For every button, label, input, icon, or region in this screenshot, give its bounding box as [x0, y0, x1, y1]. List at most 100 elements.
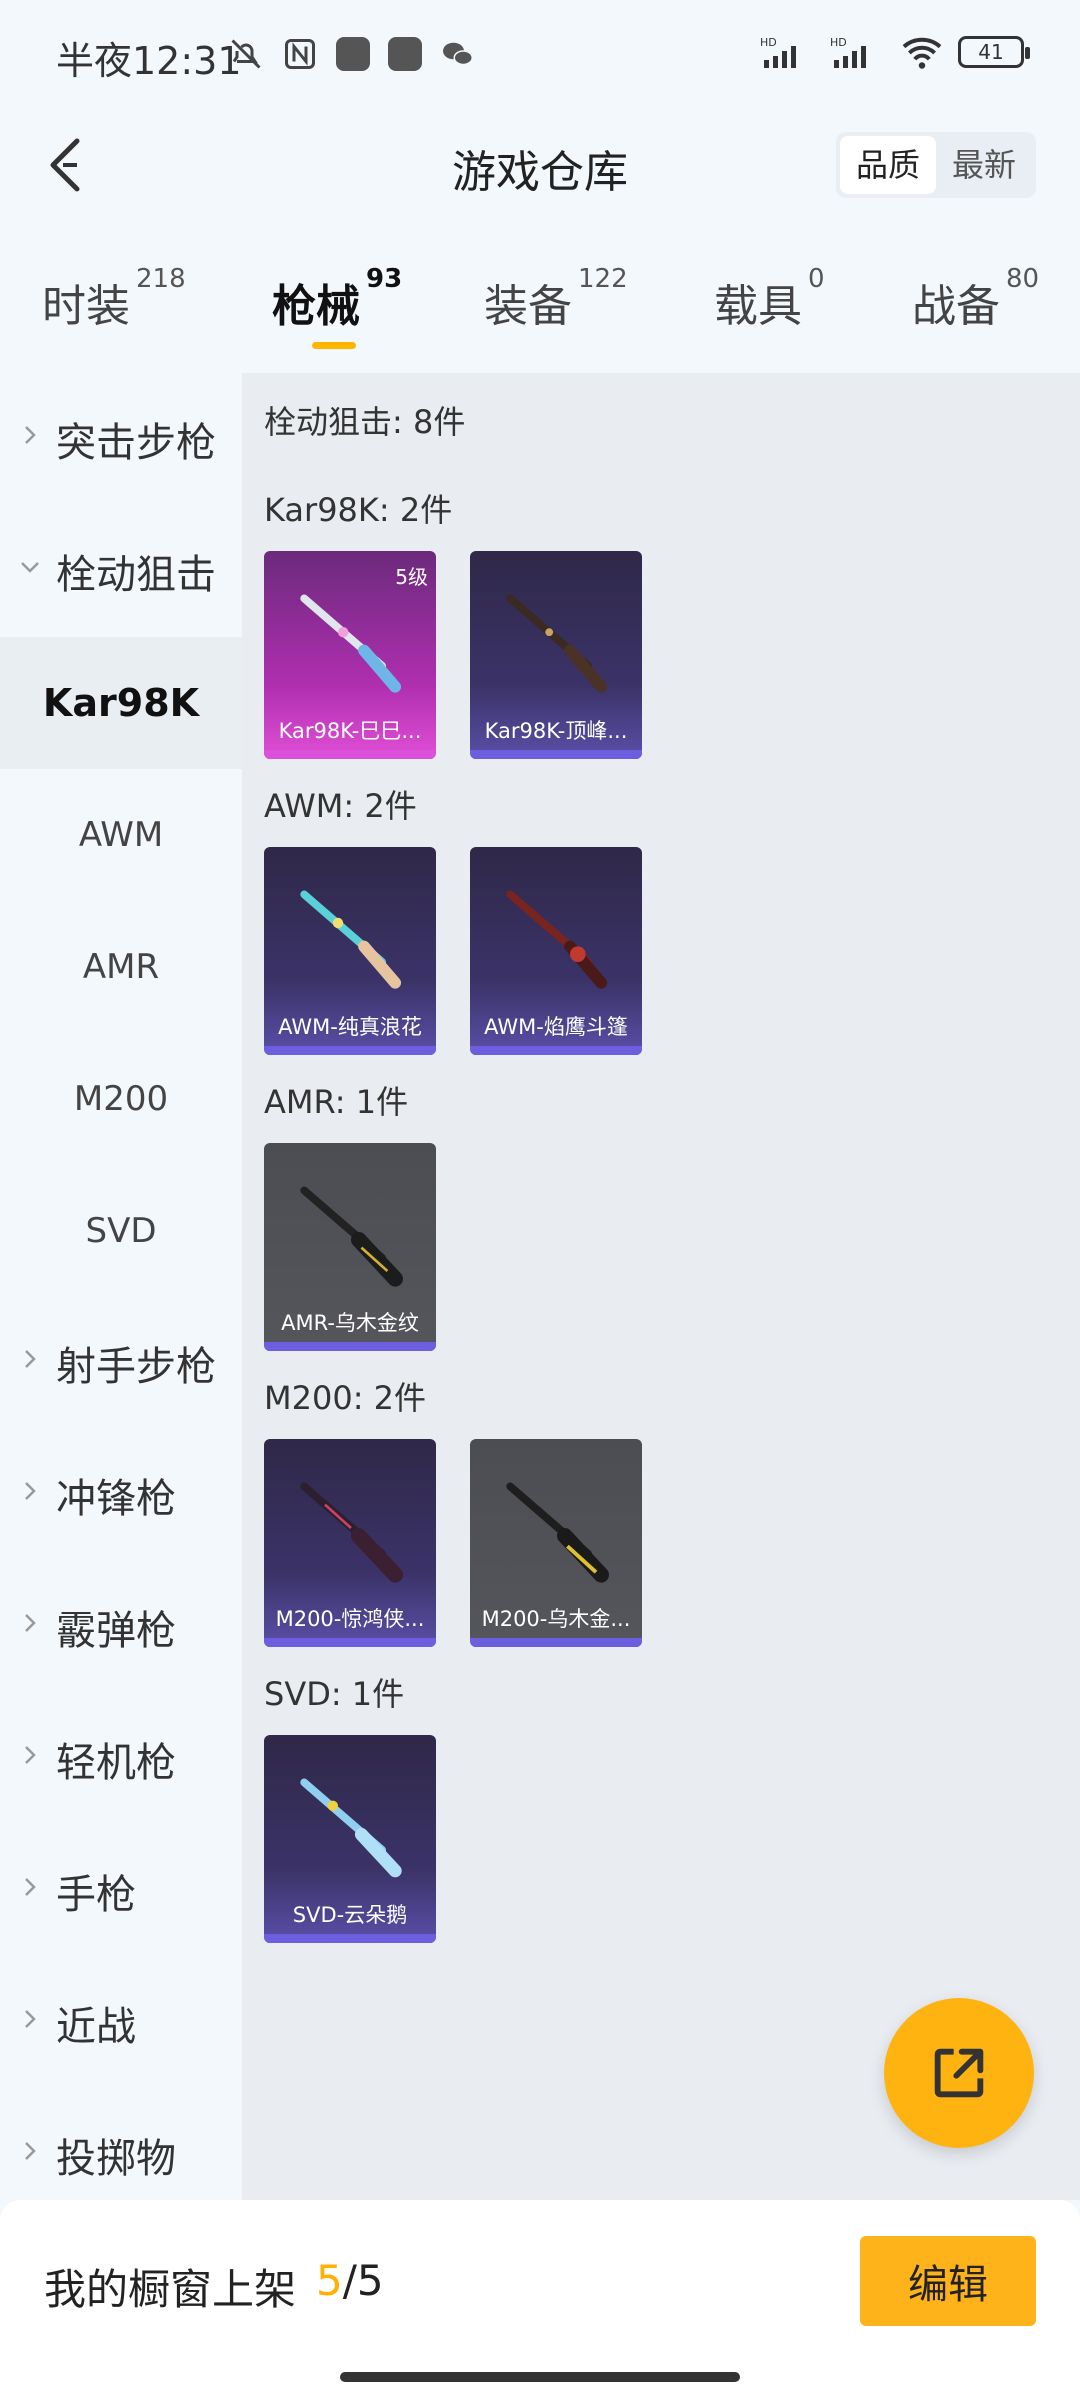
item-name: AWM-纯真浪花: [278, 1015, 422, 1039]
share-external-icon: [934, 2048, 984, 2098]
chevron-right-icon: [25, 1350, 36, 1368]
rarity-bar: [470, 750, 642, 759]
signal-icon: HD: [760, 36, 796, 68]
item-name: Kar98K-巳巳...: [278, 719, 422, 743]
sort-latest-button[interactable]: 最新: [936, 136, 1032, 194]
category-tabs: 时装218 枪械93 装备122 载具0 战备80: [0, 250, 1080, 360]
sidebar-item-bolt-action[interactable]: 栓动狙击: [0, 505, 242, 637]
chevron-down-icon: [21, 562, 39, 573]
wechat-icon: [443, 42, 473, 66]
sidebar-item-assault-rifle[interactable]: 突击步枪: [0, 373, 242, 505]
item-card[interactable]: AWM-焰鹰斗篷: [470, 847, 642, 1055]
tab-label: 战备: [912, 281, 1000, 332]
sidebar-item-smg[interactable]: 冲锋枪: [0, 1429, 242, 1561]
rifle-skin-icon: [300, 1778, 402, 1878]
nfc-icon: [285, 39, 315, 69]
rarity-bar: [264, 1046, 436, 1055]
sidebar-item-pistol[interactable]: 手枪: [0, 1825, 242, 1957]
tab-label: 时装: [42, 281, 130, 332]
tab-count: 218: [136, 264, 186, 294]
app-header: 游戏仓库 品质 最新: [0, 110, 1080, 220]
tab-guns[interactable]: 枪械93: [272, 264, 402, 334]
sidebar-subitem-svd[interactable]: SVD: [0, 1165, 242, 1297]
edit-button[interactable]: 编辑: [860, 2236, 1036, 2326]
rarity-bar: [264, 1342, 436, 1351]
item-card[interactable]: 5级 Kar98K-巳巳...: [264, 551, 436, 759]
rifle-skin-icon: [506, 890, 608, 989]
sidebar-item-melee[interactable]: 近战: [0, 1957, 242, 2089]
item-card[interactable]: AMR-乌木金纹: [264, 1143, 436, 1351]
share-button[interactable]: [884, 1998, 1034, 2148]
showcase-total: /5: [342, 2256, 384, 2305]
sidebar-item-shotgun[interactable]: 霰弹枪: [0, 1561, 242, 1693]
chevron-right-icon: [25, 1482, 36, 1500]
status-time: 半夜12:31: [56, 39, 242, 83]
rarity-bar: [264, 750, 436, 759]
tab-fashion[interactable]: 时装218: [42, 264, 186, 334]
sidebar-item-label: 冲锋枪: [56, 1476, 176, 1522]
rarity-bar: [470, 1638, 642, 1647]
group-header: M200: 2件: [264, 1379, 427, 1417]
showcase-bar: 我的橱窗上架 5/5 编辑: [0, 2200, 1080, 2400]
tab-combat-gear[interactable]: 战备80: [912, 264, 1039, 334]
sidebar-subitem-awm[interactable]: AWM: [0, 769, 242, 901]
sidebar: 突击步枪 栓动狙击 Kar98K AWM AMR M200 SVD 射手步枪 冲…: [0, 373, 242, 2200]
item-card[interactable]: AWM-纯真浪花: [264, 847, 436, 1055]
chevron-right-icon: [25, 1878, 36, 1896]
group-header: SVD: 1件: [264, 1675, 405, 1713]
sidebar-subitem-kar98k[interactable]: Kar98K: [0, 637, 242, 769]
chevron-right-icon: [25, 2010, 36, 2028]
sidebar-item-label: 轻机枪: [56, 1740, 176, 1786]
sidebar-item-label: 突击步枪: [56, 420, 216, 466]
status-system-icons: HD HD 41: [760, 34, 1030, 70]
sidebar-item-label: 手枪: [56, 1872, 136, 1918]
sidebar-item-marksman-rifle[interactable]: 射手步枪: [0, 1297, 242, 1429]
tab-label: 载具: [714, 281, 802, 332]
sidebar-item-label: 投掷物: [56, 2136, 176, 2182]
status-notification-icons: [228, 36, 476, 72]
rarity-bar: [264, 1638, 436, 1647]
category-summary: 栓动狙击: 8件: [264, 403, 466, 441]
sidebar-item-label: 栓动狙击: [56, 552, 216, 598]
rifle-skin-icon: [300, 890, 402, 989]
rifle-skin-icon: [506, 1482, 609, 1583]
sort-toggle: 品质 最新: [835, 132, 1036, 198]
sort-quality-button[interactable]: 品质: [839, 136, 936, 194]
rarity-bar: [470, 1046, 642, 1055]
status-bar: 半夜12:31 HD HD 41: [0, 0, 1080, 110]
home-indicator[interactable]: [340, 2372, 740, 2382]
tab-count: 0: [808, 264, 825, 294]
tab-count: 80: [1006, 264, 1040, 294]
item-name: M200-乌木金...: [481, 1607, 631, 1631]
wifi-icon: [902, 37, 942, 69]
item-name: M200-惊鸿侠...: [275, 1607, 425, 1631]
tab-vehicles[interactable]: 载具0: [714, 264, 825, 334]
tab-label: 枪械: [272, 281, 360, 332]
item-card[interactable]: Kar98K-顶峰...: [470, 551, 642, 759]
sidebar-subitem-amr[interactable]: AMR: [0, 901, 242, 1033]
rifle-skin-icon: [506, 594, 608, 693]
svg-text:HD: HD: [760, 36, 777, 49]
item-grid-panel[interactable]: 栓动狙击: 8件 Kar98K: 2件 5级 Kar98K-巳巳... Kar9…: [242, 373, 1080, 2200]
tab-equipment[interactable]: 装备122: [484, 264, 628, 334]
chevron-right-icon: [25, 1746, 36, 1764]
sidebar-item-label: 霰弹枪: [56, 1608, 176, 1654]
item-name: Kar98K-顶峰...: [484, 719, 628, 743]
chevron-right-icon: [25, 426, 36, 444]
rarity-bar: [264, 1934, 436, 1943]
sidebar-item-label: 近战: [56, 2004, 136, 2050]
app-notification-icon: [388, 37, 422, 71]
tab-count: 93: [366, 264, 403, 294]
battery-icon: 41: [958, 36, 1030, 68]
item-card[interactable]: SVD-云朵鹅: [264, 1735, 436, 1943]
bell-off-icon: [231, 39, 261, 69]
signal-icon: HD: [830, 36, 866, 68]
sidebar-subitem-m200[interactable]: M200: [0, 1033, 242, 1165]
showcase-current: 5: [316, 2256, 343, 2305]
sidebar-item-lmg[interactable]: 轻机枪: [0, 1693, 242, 1825]
svg-text:HD: HD: [830, 36, 847, 49]
item-card[interactable]: M200-惊鸿侠...: [264, 1439, 436, 1647]
item-card[interactable]: M200-乌木金...: [470, 1439, 642, 1647]
active-tab-indicator: [312, 342, 356, 349]
chevron-right-icon: [25, 1614, 36, 1632]
